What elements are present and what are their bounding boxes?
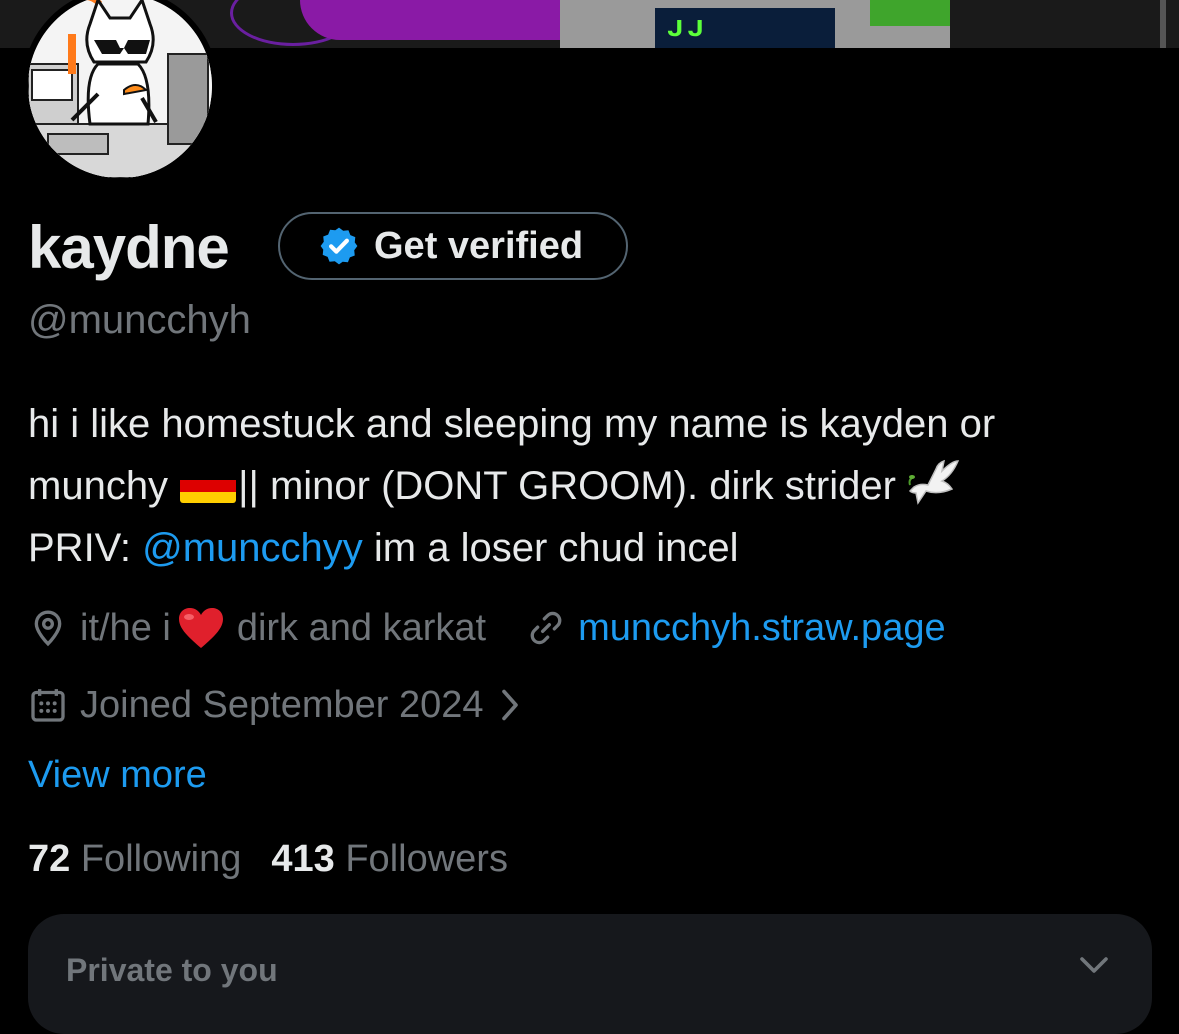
heart-emoji-icon: [178, 608, 223, 648]
verified-badge-icon: [320, 227, 358, 265]
bio-line-3: PRIV: @muncchyy im a loser chud incel: [28, 517, 1158, 579]
following-count: 72: [28, 838, 71, 880]
bio-text: im a loser chud incel: [362, 526, 739, 570]
location-text: dirk and karkat: [236, 606, 487, 649]
link-icon: [530, 611, 562, 645]
private-card-title: Private to you: [66, 952, 278, 988]
location-text: it/he i: [80, 606, 171, 649]
get-verified-button[interactable]: Get verified: [278, 212, 628, 280]
profile-meta-row: it/he i dirk and karkat muncchyh.straw.p…: [28, 600, 946, 656]
user-handle: @muncchyh: [28, 298, 251, 342]
view-more-link[interactable]: View more: [28, 754, 207, 797]
bio-line-1: hi i like homestuck and sleeping my name…: [28, 402, 996, 446]
followers-label: Followers: [345, 838, 508, 880]
avatar[interactable]: [22, 0, 218, 184]
display-name: kaydne: [28, 214, 230, 281]
followers-count: 413: [271, 838, 335, 880]
location-pin-icon: [34, 610, 62, 647]
bio-mention-link[interactable]: @muncchyy: [142, 526, 363, 570]
joined-text: Joined September 2024: [80, 683, 484, 726]
bio-line-2: munchy || minor (DONT GROOM). dirk stride…: [28, 455, 1158, 517]
following-link[interactable]: 72 Following: [28, 838, 241, 880]
chevron-down-icon[interactable]: [1076, 950, 1112, 986]
website-link[interactable]: muncchyh.straw.page: [578, 607, 946, 650]
calendar-icon: [31, 689, 65, 722]
get-verified-label: Get verified: [374, 224, 584, 267]
joined-date-row[interactable]: Joined September 2024: [28, 677, 524, 733]
bio-text: munchy: [28, 464, 169, 508]
followers-link[interactable]: 413 Followers: [271, 838, 508, 880]
private-to-you-card[interactable]: Private to you: [28, 914, 1152, 1034]
bio-text: PRIV:: [28, 526, 143, 570]
following-label: Following: [80, 838, 242, 880]
follow-counts: 72 Following 413 Followers: [28, 838, 508, 881]
profile-bio: hi i like homestuck and sleeping my name…: [28, 393, 1158, 579]
chevron-right-icon: [501, 689, 518, 721]
dove-emoji-icon: [908, 459, 960, 505]
bio-text: || minor (DONT GROOM). dirk strider: [238, 464, 896, 508]
germany-flag-icon: [180, 469, 237, 503]
